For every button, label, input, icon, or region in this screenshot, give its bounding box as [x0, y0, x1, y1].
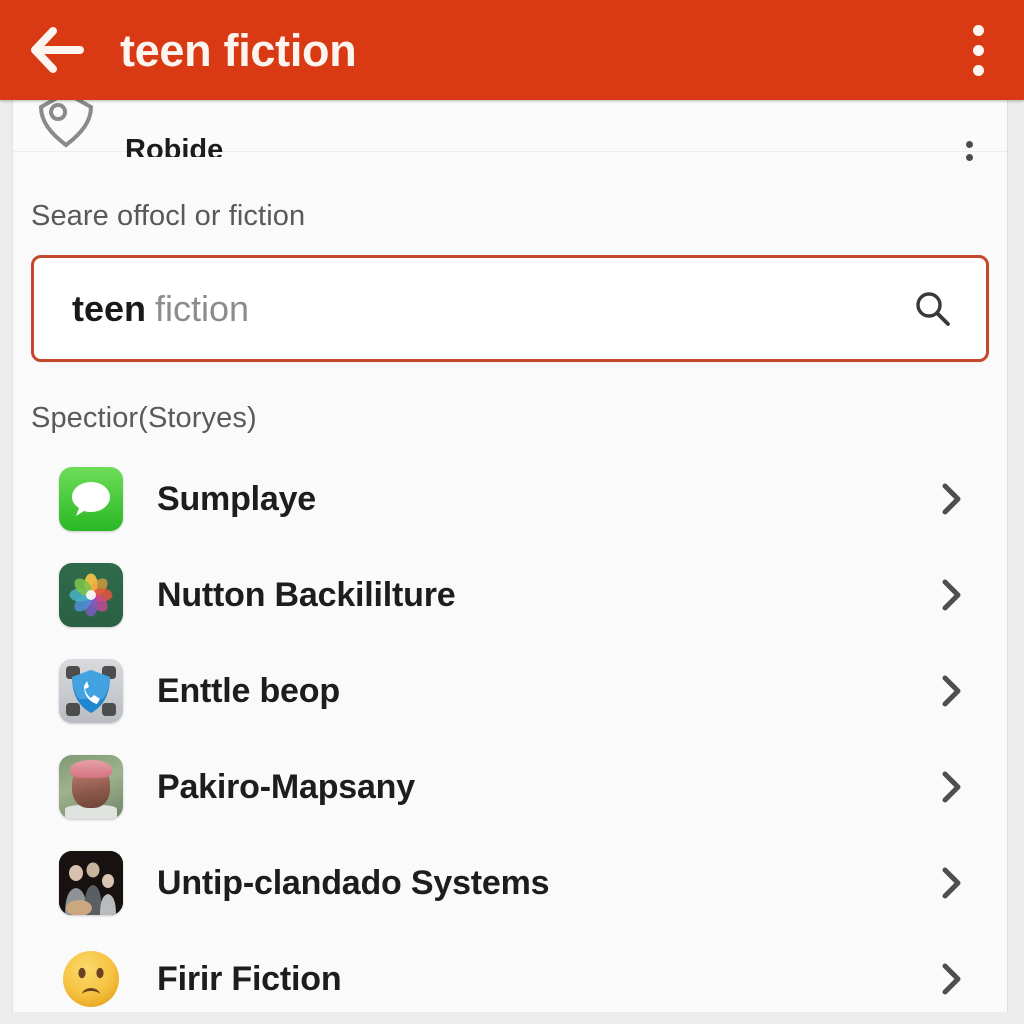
messages-chat-bubble-icon: [59, 467, 123, 531]
search-label: Seare offocl or fiction: [31, 200, 306, 232]
results-list: Sumplaye Nutton Backililture Enttle beop…: [13, 451, 1007, 1012]
back-button[interactable]: [20, 13, 94, 87]
photos-flower-icon: [59, 563, 123, 627]
search-input-value: teen fiction: [72, 288, 910, 330]
overflow-menu-button[interactable]: [946, 10, 1010, 90]
list-item-label: Sumplaye: [157, 479, 317, 518]
search-suggestion-text: fiction: [155, 287, 250, 329]
chevron-right-icon[interactable]: [935, 770, 969, 804]
group-photo-icon: [59, 851, 123, 915]
person-avatar-photo-icon: [59, 755, 123, 819]
phone-shield-icon: [59, 659, 123, 723]
chevron-right-icon[interactable]: [935, 866, 969, 900]
list-item[interactable]: Nutton Backililture: [13, 547, 1007, 643]
search-input[interactable]: teen fiction: [31, 255, 989, 362]
list-item-label: Pakiro-Mapsany: [157, 767, 415, 806]
overflow-menu-icon: [966, 141, 973, 148]
shield-outline-icon: [33, 100, 99, 151]
list-item-label: Enttle beop: [157, 671, 340, 710]
app-screen: teen fiction Robide Seare offocl or fict…: [0, 0, 1024, 1024]
list-item[interactable]: Firir Fiction: [13, 931, 1007, 1012]
search-icon[interactable]: [910, 286, 956, 332]
chevron-right-icon[interactable]: [935, 674, 969, 708]
overflow-menu-icon: [972, 24, 984, 36]
clipped-list-item[interactable]: Robide: [13, 100, 1007, 161]
content-card: Robide Seare offocl or fiction teen ficti…: [12, 100, 1008, 1012]
frowning-face-emoji-icon: [59, 947, 123, 1011]
list-item-label: Untip-clandado Systems: [157, 863, 550, 902]
list-item[interactable]: Untip-clandado Systems: [13, 835, 1007, 931]
clipped-list-item-label: Robide: [125, 135, 224, 157]
list-item[interactable]: Sumplaye: [13, 451, 1007, 547]
list-item-label: Nutton Backililture: [157, 575, 456, 614]
overflow-menu-icon: [966, 154, 973, 161]
chevron-right-icon[interactable]: [935, 482, 969, 516]
overflow-menu-icon: [972, 64, 984, 76]
results-section-title: Spectior(Storyes): [31, 402, 257, 434]
clipped-row-overflow-button[interactable]: [966, 141, 973, 161]
chevron-right-icon[interactable]: [935, 962, 969, 996]
list-item[interactable]: Pakiro-Mapsany: [13, 739, 1007, 835]
search-typed-text: teen: [72, 287, 147, 329]
arrow-left-icon: [28, 27, 86, 73]
avatar-hair: [70, 760, 112, 778]
chevron-right-icon[interactable]: [935, 578, 969, 612]
list-item[interactable]: Enttle beop: [13, 643, 1007, 739]
overflow-menu-icon: [972, 44, 984, 56]
list-item-label: Firir Fiction: [157, 959, 342, 998]
app-bar: teen fiction: [0, 0, 1024, 100]
page-title: teen fiction: [120, 24, 357, 76]
